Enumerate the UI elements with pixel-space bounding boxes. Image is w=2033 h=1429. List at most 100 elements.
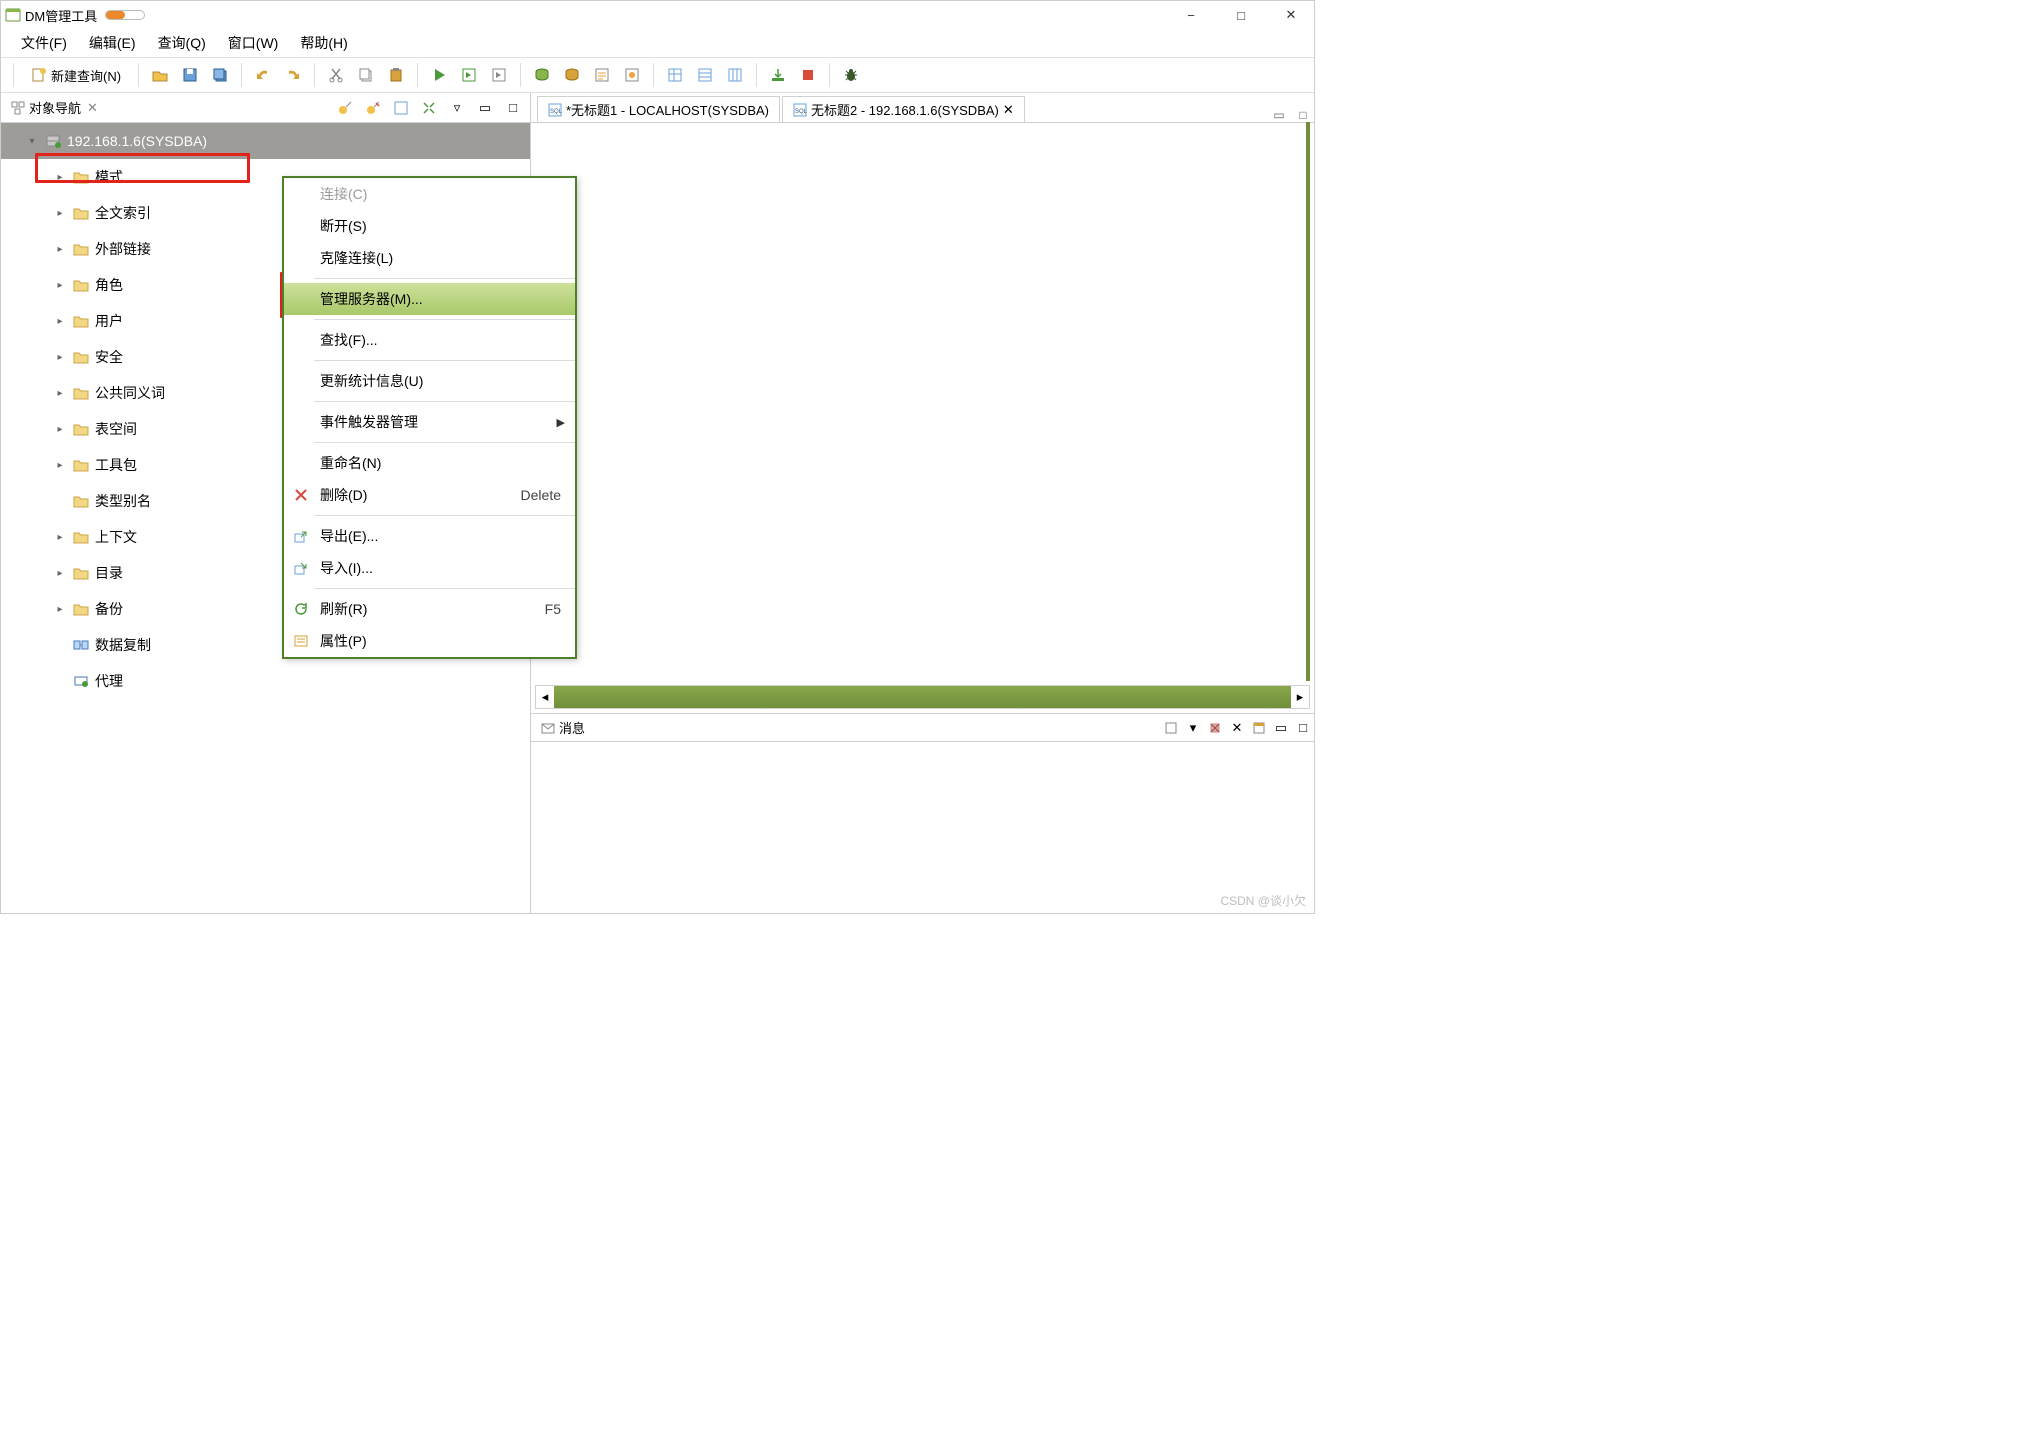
sql-file-icon: SQL [793,103,807,117]
expand-arrow-icon[interactable]: ▸ [53,316,67,327]
editor-maximize-icon[interactable]: □ [1292,108,1314,122]
sql-text-input[interactable] [535,122,1310,681]
run-step-button[interactable] [484,62,514,88]
save-all-button[interactable] [205,62,235,88]
menu-window[interactable]: 窗口(W) [228,33,279,53]
tree-item-label: 角色 [95,275,123,295]
title-progress-icon [105,10,145,20]
window-maximize-button[interactable]: □ [1218,2,1264,28]
expand-arrow-icon[interactable]: ▸ [53,604,67,615]
ctx-export[interactable]: 导出(E)... [284,520,575,552]
msg-tool-filter-icon[interactable] [1160,717,1182,739]
scroll-left-icon[interactable]: ◂ [536,686,554,708]
expand-arrow-icon[interactable]: ▸ [53,208,67,219]
window-minimize-button[interactable]: − [1168,2,1214,28]
folder-icon [73,241,89,257]
tree-item-label: 全文索引 [95,203,151,223]
nav-tool-expand-icon[interactable] [418,97,440,119]
nav-tool-dropdown-icon[interactable]: ▿ [446,97,468,119]
ctx-trigger-mgmt[interactable]: 事件触发器管理▶ [284,406,575,438]
redo-button[interactable] [278,62,308,88]
ctx-delete[interactable]: 删除(D)Delete [284,479,575,511]
ctx-refresh[interactable]: 刷新(R)F5 [284,593,575,625]
expand-arrow-icon[interactable]: ▸ [53,388,67,399]
agent-icon [73,673,89,689]
msg-tool-clear-icon[interactable]: ✕ [1226,717,1248,739]
editor-horizontal-scrollbar[interactable]: ◂ ▸ [535,685,1310,709]
app-icon [5,7,21,23]
folder-icon [73,169,89,185]
grid3-button[interactable] [720,62,750,88]
menu-help[interactable]: 帮助(H) [300,33,347,53]
ctx-clone[interactable]: 克隆连接(L) [284,242,575,274]
window-close-button[interactable]: ✕ [1268,2,1314,28]
expand-arrow-icon[interactable]: ▸ [53,352,67,363]
panel-minimize-icon[interactable]: ▭ [474,97,496,119]
tab-close-icon[interactable]: ✕ [87,100,98,116]
folder-icon [73,205,89,221]
message-tab[interactable]: 消息 [531,716,595,740]
msg-dropdown-icon[interactable]: ▾ [1182,717,1204,739]
ctx-import[interactable]: 导入(I)... [284,552,575,584]
editor-tab-1[interactable]: SQL *无标题1 - LOCALHOST(SYSDBA) [537,96,780,122]
expand-arrow-icon[interactable]: ▸ [53,568,67,579]
copy-button[interactable] [351,62,381,88]
menu-file[interactable]: 文件(F) [21,33,67,53]
msg-maximize-icon[interactable]: □ [1292,717,1314,739]
msg-tool-pin-icon[interactable] [1248,717,1270,739]
msg-minimize-icon[interactable]: ▭ [1270,717,1292,739]
editor-tab1-label: *无标题1 - LOCALHOST(SYSDBA) [566,100,769,119]
export-button[interactable] [763,62,793,88]
folder-icon [73,313,89,329]
run-script-button[interactable] [454,62,484,88]
ctx-properties[interactable]: 属性(P) [284,625,575,657]
nav-tool-disconnect-icon[interactable] [362,97,384,119]
collapse-arrow-icon[interactable]: ▾ [25,136,39,147]
object-nav-tab[interactable]: 对象导航 ✕ [5,96,104,120]
stop-button[interactable] [793,62,823,88]
ctx-manage-server[interactable]: 管理服务器(M)... [284,283,575,315]
tab-close-icon[interactable]: ✕ [1003,102,1014,118]
ctx-disconnect[interactable]: 断开(S) [284,210,575,242]
paste-button[interactable] [381,62,411,88]
run-button[interactable] [424,62,454,88]
expand-arrow-icon[interactable]: ▸ [53,244,67,255]
undo-button[interactable] [248,62,278,88]
tree-item[interactable]: 代理 [1,663,530,699]
menu-edit[interactable]: 编辑(E) [89,33,136,53]
rollback-button[interactable] [557,62,587,88]
msg-tool-stop-icon[interactable] [1204,717,1226,739]
grid1-button[interactable] [660,62,690,88]
expand-arrow-icon[interactable]: ▸ [53,172,67,183]
tree-item-label: 外部链接 [95,239,151,259]
expand-arrow-icon[interactable]: ▸ [53,532,67,543]
menu-query[interactable]: 查询(Q) [158,33,206,53]
explain-button[interactable] [587,62,617,88]
expand-arrow-icon[interactable]: ▸ [53,424,67,435]
scroll-right-icon[interactable]: ▸ [1291,686,1309,708]
editor-panel: SQL *无标题1 - LOCALHOST(SYSDBA) SQL 无标题2 -… [531,93,1314,913]
ctx-update-stats[interactable]: 更新统计信息(U) [284,365,575,397]
nav-tool-connect-icon[interactable] [334,97,356,119]
editor-minimize-icon[interactable]: ▭ [1268,108,1290,122]
ctx-find[interactable]: 查找(F)... [284,324,575,356]
panel-maximize-icon[interactable]: □ [502,97,524,119]
grid2-button[interactable] [690,62,720,88]
save-button[interactable] [175,62,205,88]
nav-tool-view-icon[interactable] [390,97,412,119]
sql-editor-area[interactable]: ◂ ▸ [531,123,1314,713]
scrollbar-track[interactable] [554,686,1291,708]
app-title: DM管理工具 [25,6,97,25]
folder-icon [73,385,89,401]
debug-button[interactable] [836,62,866,88]
commit-button[interactable] [527,62,557,88]
cut-button[interactable] [321,62,351,88]
open-button[interactable] [145,62,175,88]
new-query-button[interactable]: 新建查询(N) [20,62,132,88]
editor-tab-2[interactable]: SQL 无标题2 - 192.168.1.6(SYSDBA) ✕ [782,96,1025,122]
tree-server-node[interactable]: ▾ 192.168.1.6(SYSDBA) [1,123,530,159]
expand-arrow-icon[interactable]: ▸ [53,280,67,291]
plan-button[interactable] [617,62,647,88]
ctx-rename[interactable]: 重命名(N) [284,447,575,479]
expand-arrow-icon[interactable]: ▸ [53,460,67,471]
